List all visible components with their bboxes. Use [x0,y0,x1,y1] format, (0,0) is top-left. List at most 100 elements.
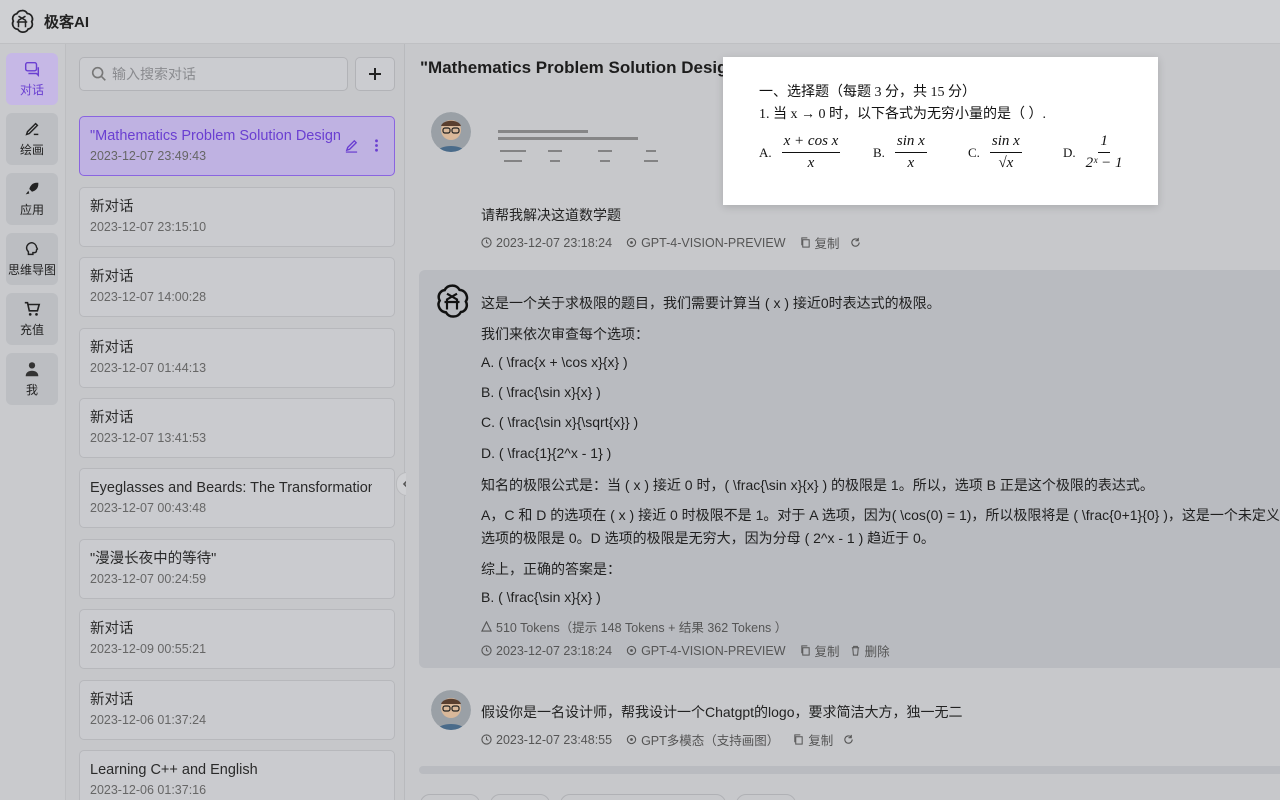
copy-button[interactable]: 复制 [815,233,840,252]
ai-text-line: C. ( \frac{\sin x}{\sqrt{x}} ) [481,414,639,430]
rail-item-me[interactable]: 我 [6,353,58,405]
ai-text-line: 知名的极限公式是：当 ( x ) 接近 0 时，( \frac{\sin x}{… [481,477,1154,493]
option-label: B. [873,144,885,160]
more-icon[interactable] [369,138,384,153]
user-message-text: 假设你是一名设计师，帮我设计一个Chatgpt的logo，要求简洁大方，独一无二 [481,704,963,720]
ai-message: 这是一个关于求极限的题目，我们需要计算当 ( x ) 接近0时表达式的极限。 我… [419,270,1280,668]
conversation-title: 新对话 [90,340,134,356]
option-b: B. sin x x [873,133,927,172]
rail-item-apps[interactable]: 应用 [6,173,58,225]
copy-icon[interactable] [800,237,811,248]
rail-item-mindmap[interactable]: 思维导图 [6,233,58,285]
nav-rail: 对话 绘画 应用 思维导图 充值 我 [0,44,66,800]
rail-label: 思维导图 [7,263,56,277]
option-denominator: x [807,155,815,171]
conversation-title: 新对话 [90,410,134,426]
conversation-item[interactable]: 新对话 2023-12-06 01:37:24 [79,680,395,740]
message-time: 2023-12-07 23:48:55 [496,732,613,747]
ai-text-line: B. ( \frac{\sin x}{x} ) [481,384,601,400]
conversation-item[interactable]: Learning C++ and English 2023-12-06 01:3… [79,750,395,800]
toolbar-chip[interactable] [490,794,550,800]
option-label: C. [968,144,980,160]
rail-label: 充值 [19,323,44,337]
conversation-item[interactable]: 新对话 2023-12-09 00:55:21 [79,609,395,669]
conversation-date: 2023-12-06 01:37:16 [90,783,207,797]
message-meta: 2023-12-07 23:48:55 GPT多模态（支持画图） 复制 [481,730,854,749]
rail-item-draw[interactable]: 绘画 [6,113,58,165]
search-icon [91,66,106,81]
conversation-date: 2023-12-07 00:43:48 [90,501,207,515]
conversation-item[interactable]: 新对话 2023-12-07 01:44:13 [79,328,395,388]
app-name: 极客AI [44,14,90,31]
copy-icon[interactable] [800,645,811,656]
refresh-icon[interactable] [850,237,861,248]
user-message-text: 请帮我解决这道数学题 [481,207,621,223]
message-model: GPT多模态（支持画图） [641,734,780,748]
ai-text-line: B. ( \frac{\sin x}{x} ) [481,589,601,605]
refresh-icon[interactable] [843,734,854,745]
top-bar: 极客AI [0,0,1280,44]
ai-text-line: A. ( \frac{x + \cos x}{x} ) [481,354,628,370]
copy-button[interactable]: 复制 [815,641,840,660]
search-input[interactable] [112,66,332,82]
image-preview-popup[interactable]: 一、选择题（每题 3 分，共 15 分） 1. 当 x → 0 时，以下各式为无… [723,57,1158,205]
rail-item-recharge[interactable]: 充值 [6,293,58,345]
conversation-date: 2023-12-09 00:55:21 [90,642,207,656]
conversation-item[interactable]: 新对话 2023-12-07 23:15:10 [79,187,395,247]
ai-text-line: 我们来依次审查每个选项： [481,326,649,342]
conversation-item[interactable]: "漫漫长夜中的等待" 2023-12-07 00:24:59 [79,539,395,599]
new-conversation-button[interactable] [355,57,395,91]
ai-avatar-icon [437,284,469,318]
conversation-date: 2023-12-07 23:15:10 [90,220,207,234]
openai-logo-icon [11,9,34,33]
conversation-item[interactable]: "Mathematics Problem Solution Design" 20… [79,116,395,176]
ai-text-line: D. ( \frac{1}{2^x - 1} ) [481,445,612,461]
copy-icon[interactable] [793,734,804,745]
conversation-item[interactable]: 新对话 2023-12-07 14:00:28 [79,257,395,317]
conversation-title: "漫漫长夜中的等待" [90,551,217,567]
ai-text-line: 选项的极限是 0。D 选项的极限是无穷大，因为分母 ( 2^x - 1 ) 趋近… [481,530,935,546]
message-time: 2023-12-07 23:18:24 [496,643,613,658]
conversation-date: 2023-12-07 00:24:59 [90,572,207,586]
option-d: D. 1 2ˣ − 1 [1063,133,1123,172]
search-box [79,57,348,91]
message-model: GPT-4-VISION-PREVIEW [641,235,786,250]
conversation-title: "Mathematics Problem Solution Design" [90,128,340,144]
rail-label: 我 [25,383,38,397]
input-divider [419,766,1280,774]
message-time: 2023-12-07 23:18:24 [496,235,613,250]
cart-icon [24,301,41,316]
conversation-item[interactable]: Eyeglasses and Beards: The Transformatio… [79,468,395,528]
edit-icon[interactable] [344,138,359,153]
copy-button[interactable]: 复制 [808,730,833,749]
option-label: D. [1063,144,1076,160]
option-numerator: x + cos x [781,133,841,153]
model-icon [626,645,637,656]
option-denominator: x [907,155,915,171]
conversation-title: Learning C++ and English [90,762,258,778]
question-image-thumbnail[interactable] [494,124,674,174]
message-meta: 2023-12-07 23:18:24 GPT-4-VISION-PREVIEW… [481,233,861,252]
conversation-date: 2023-12-07 23:49:43 [90,149,207,163]
conversation-item[interactable]: 新对话 2023-12-07 13:41:53 [79,398,395,458]
option-label: A. [759,144,772,160]
chat-title: "Mathematics Problem Solution Design" [420,58,746,77]
model-icon [626,237,637,248]
toolbar-chip[interactable] [420,794,480,800]
user-icon [25,362,39,377]
token-icon [481,621,492,632]
conversation-title: 新对话 [90,269,134,285]
clock-icon [481,237,492,248]
toolbar-chip[interactable] [560,794,726,800]
option-numerator: sin x [894,133,927,153]
ai-text-line: A，C 和 D 的选项在 ( x ) 接近 0 时极限不是 1。对于 A 选项，… [481,507,1280,523]
conversation-date: 2023-12-07 01:44:13 [90,361,207,375]
option-denominator: √x [998,155,1014,171]
rail-label: 应用 [19,203,44,217]
toolbar-chip[interactable] [736,794,796,800]
trash-icon[interactable] [850,645,861,656]
option-denominator: 2ˣ − 1 [1085,155,1123,171]
rail-item-chat[interactable]: 对话 [6,53,58,105]
user-avatar [431,112,471,152]
delete-button[interactable]: 删除 [865,641,890,660]
